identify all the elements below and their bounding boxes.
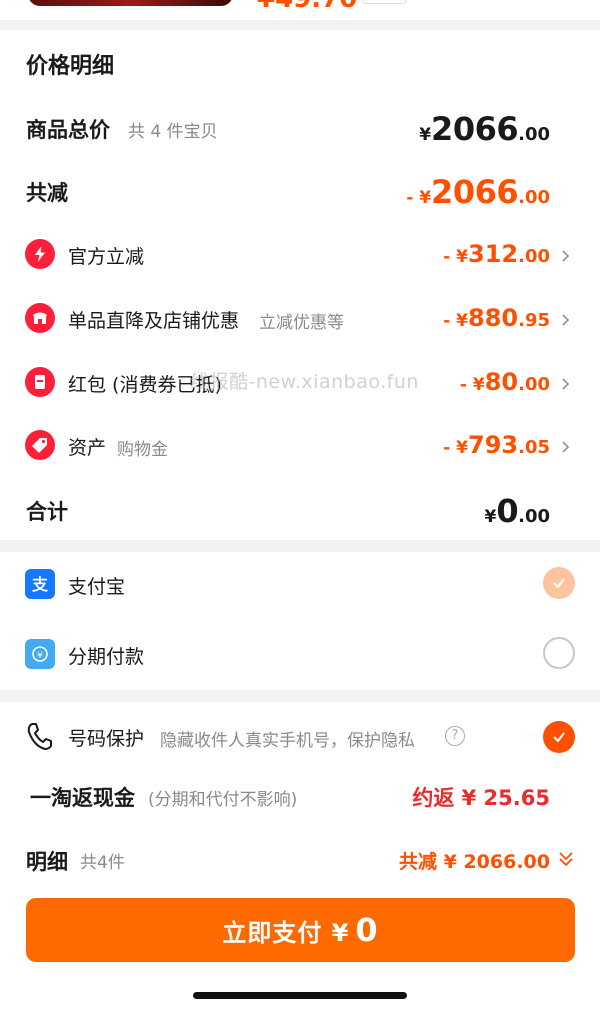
assets-amount[interactable]: - ¥793.05 (443, 431, 550, 459)
red-packet-amount[interactable]: - ¥80.00 (460, 368, 550, 396)
shop-discount-amount[interactable]: - ¥880.95 (443, 304, 550, 332)
alipay-radio[interactable] (543, 567, 575, 599)
svg-text:支: 支 (31, 575, 49, 594)
chevron-right-icon[interactable] (559, 376, 573, 390)
watermark: 线报酷-new.xianbao.fun (190, 371, 419, 393)
reduction-label: 共减 (26, 181, 68, 205)
official-discount-label: 官方立减 (68, 246, 145, 268)
partial-price: ¥49.70 (257, 0, 357, 14)
detail-reduction[interactable]: 共减 ¥ 2066.00 (399, 847, 550, 874)
assets-label: 资产 (68, 437, 107, 459)
sum-amount: ¥0.00 (484, 492, 551, 530)
total-count: 共 4 件宝贝 (128, 122, 218, 142)
sum-label: 合计 (26, 500, 68, 524)
shop-discount-sub: 立减优惠等 (259, 313, 344, 333)
phone-icon (25, 721, 53, 751)
alipay-label[interactable]: 支付宝 (68, 572, 125, 599)
total-amount: ¥2066.00 (419, 110, 550, 148)
total-label: 商品总价 (26, 118, 110, 142)
home-indicator (193, 992, 407, 999)
cashback-label: 一淘返现金 (30, 786, 135, 810)
tag-icon (25, 430, 55, 460)
number-protection-desc: 隐藏收件人真实手机号，保护隐私 (160, 731, 415, 751)
installment-radio[interactable] (543, 637, 575, 669)
assets-sub: 购物金 (117, 440, 168, 460)
checkout-bottom-card: 号码保护 隐藏收件人真实手机号，保护隐私 ? 一淘返现金 (分期和代付不影响) … (0, 702, 600, 1011)
red-packet-icon (25, 367, 55, 397)
chevron-right-icon[interactable] (559, 248, 573, 262)
svg-text:¥: ¥ (37, 651, 43, 661)
official-discount-amount[interactable]: - ¥312.00 (443, 240, 550, 268)
help-icon[interactable]: ? (445, 726, 465, 746)
quantity-box[interactable] (362, 0, 407, 4)
alipay-icon: 支 (25, 569, 55, 599)
number-protection-label: 号码保护 (68, 728, 145, 750)
installment-icon: ¥ (25, 639, 55, 669)
price-detail-title: 价格明细 (26, 54, 115, 79)
double-chevron-down-icon[interactable] (557, 849, 575, 869)
installment-label[interactable]: 分期付款 (68, 642, 144, 669)
price-detail-card: 价格明细 商品总价 共 4 件宝贝 ¥2066.00 共减 - ¥2066.00… (0, 30, 600, 540)
chevron-right-icon[interactable] (559, 312, 573, 326)
cashback-note: (分期和代付不影响) (148, 790, 298, 810)
shop-icon (25, 303, 55, 333)
number-protection-checkbox[interactable] (543, 721, 575, 753)
pay-now-button[interactable]: 立即支付 ¥0 (26, 898, 575, 962)
cashback-value: 约返 ¥ 25.65 (412, 786, 550, 810)
payment-methods-card: 支 支付宝 ¥ 分期付款 (0, 552, 600, 690)
detail-count[interactable]: 共4件 (80, 848, 125, 873)
shop-discount-label: 单品直降及店铺优惠 (68, 310, 240, 332)
reduction-amount: - ¥2066.00 (406, 173, 550, 211)
product-thumbnail (28, 0, 233, 6)
product-header-partial: ¥49.70 (0, 0, 600, 20)
detail-label[interactable]: 明细 (26, 846, 68, 876)
chevron-right-icon[interactable] (559, 439, 573, 453)
lightning-icon (25, 239, 55, 269)
